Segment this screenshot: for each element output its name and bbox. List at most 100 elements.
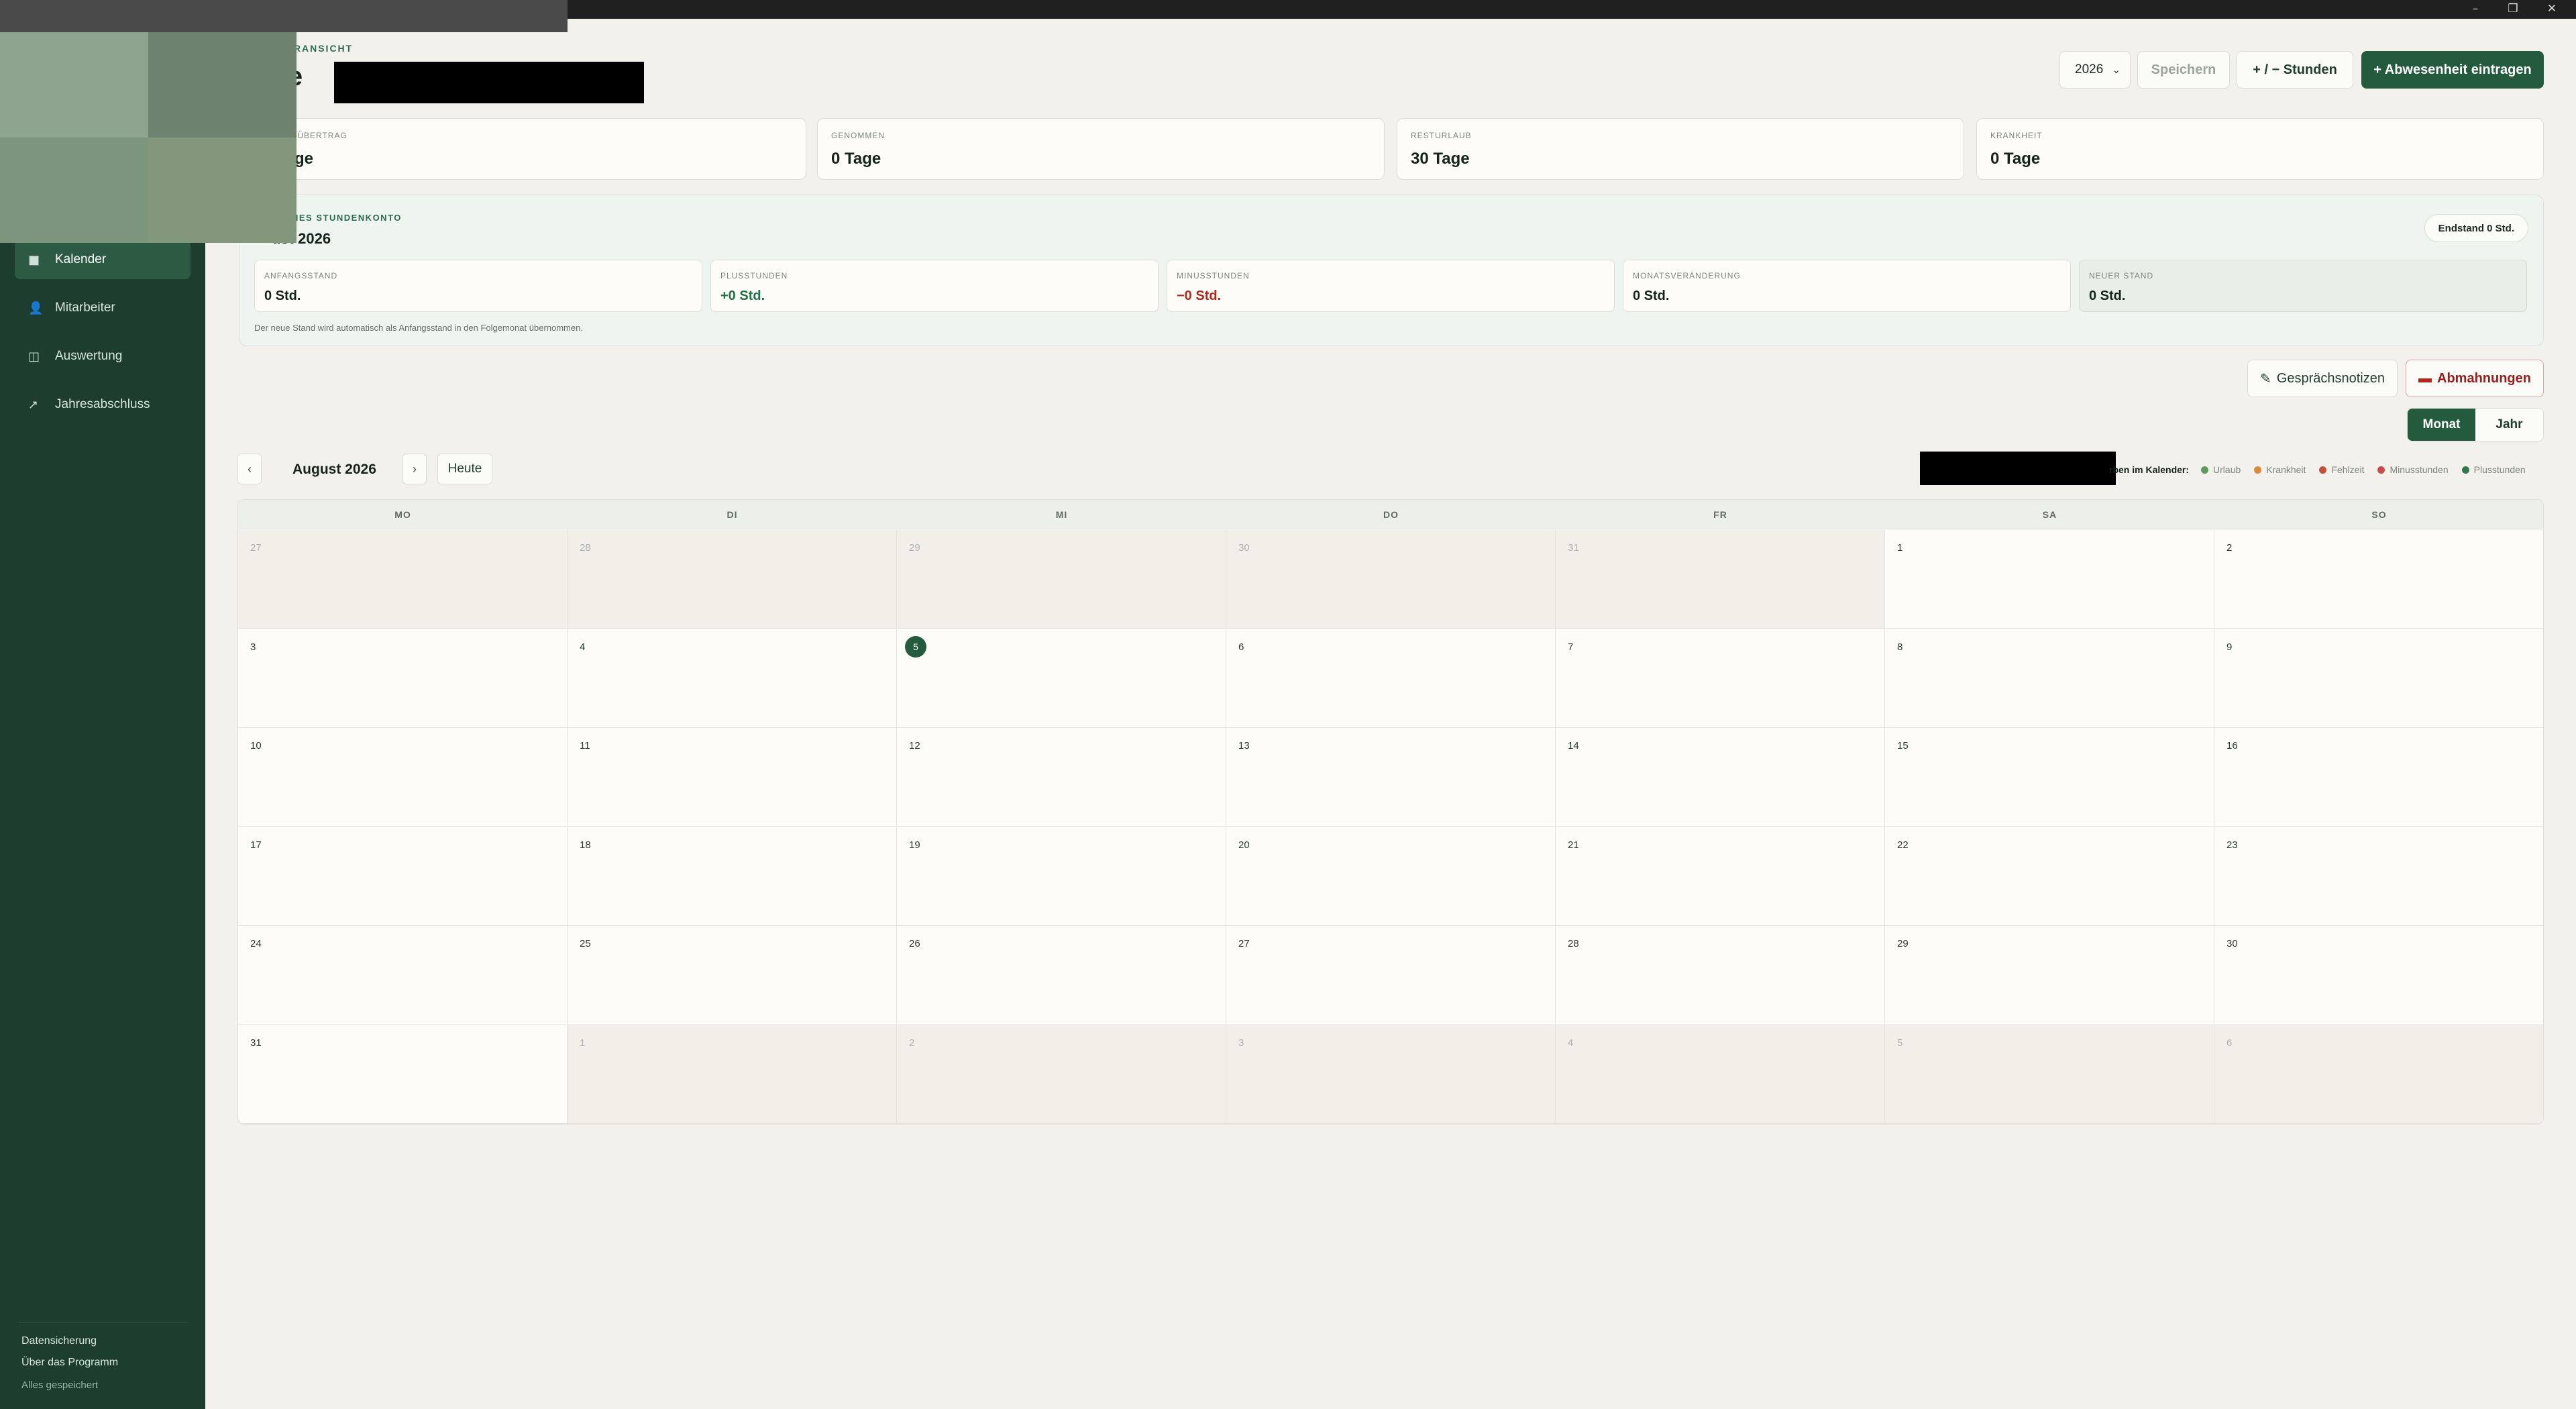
stat-card-krankheit: KRANKHEIT 0 Tage: [1976, 118, 2544, 180]
calendar-day-cell[interactable]: 22: [1885, 827, 2214, 926]
tile-value: 0 Std.: [1633, 289, 1670, 303]
tile-value: +0 Std.: [720, 289, 765, 303]
calendar-day-cell[interactable]: 29: [897, 530, 1226, 629]
calendar-day-cell[interactable]: 5: [897, 629, 1226, 728]
day-number: 30: [1238, 542, 1250, 554]
sidebar-item-label: Auswertung: [55, 349, 123, 363]
calendar-day-cell[interactable]: 4: [568, 629, 897, 728]
calendar-day-cell[interactable]: 3: [1226, 1025, 1556, 1124]
calendar-day-cell[interactable]: 21: [1556, 827, 1885, 926]
weekday-header: DO: [1383, 509, 1399, 520]
day-number: 27: [250, 542, 262, 554]
day-number: 14: [1568, 740, 1579, 752]
calendar-day-cell[interactable]: 6: [1226, 629, 1556, 728]
stat-label: RESTURLAUB: [1411, 131, 1472, 140]
calendar-day-cell[interactable]: 4: [1556, 1025, 1885, 1124]
calendar-day-cell[interactable]: 23: [2214, 827, 2543, 926]
calendar-day-cell[interactable]: 31: [238, 1025, 568, 1124]
stat-label: GENOMMEN: [831, 131, 885, 140]
calendar-day-cell[interactable]: 8: [1885, 629, 2214, 728]
calendar-day-cell[interactable]: 12: [897, 728, 1226, 827]
calendar-day-cell[interactable]: 6: [2214, 1025, 2543, 1124]
calendar-day-cell[interactable]: 27: [238, 530, 568, 629]
warnings-button[interactable]: ▬ Abmahnungen: [2406, 360, 2544, 397]
legend-label: Fehlzeit: [2331, 464, 2365, 475]
day-number: 25: [580, 938, 591, 950]
hours-button[interactable]: + / − Stunden: [2237, 51, 2353, 89]
calendar-day-cell[interactable]: 17: [238, 827, 568, 926]
calendar-month-label: August 2026: [292, 462, 376, 477]
day-number: 30: [2226, 938, 2238, 950]
calendar-day-cell[interactable]: 9: [2214, 629, 2543, 728]
calendar-day-cell[interactable]: 10: [238, 728, 568, 827]
calendar-day-cell[interactable]: 30: [2214, 926, 2543, 1025]
weekday-header: MO: [394, 509, 411, 520]
calendar-day-cell[interactable]: 31: [1556, 530, 1885, 629]
calendar-day-cell[interactable]: 3: [238, 629, 568, 728]
datensicherung-link[interactable]: Datensicherung: [21, 1335, 97, 1347]
calendar-day-cell[interactable]: 28: [568, 530, 897, 629]
calendar-day-cell[interactable]: 13: [1226, 728, 1556, 827]
calendar-day-cell[interactable]: 1: [568, 1025, 897, 1124]
save-button[interactable]: Speichern: [2137, 51, 2230, 89]
year-select[interactable]: 2026 ⌄: [2059, 51, 2131, 89]
calendar-day-cell[interactable]: 16: [2214, 728, 2543, 827]
view-month-button[interactable]: Monat: [2408, 409, 2475, 441]
calendar-day-cell[interactable]: 1: [1885, 530, 2214, 629]
today-button[interactable]: Heute: [437, 454, 492, 484]
calendar-day-cell[interactable]: 2: [897, 1025, 1226, 1124]
calendar-day-cell[interactable]: 26: [897, 926, 1226, 1025]
overlay-thumbnail: [0, 0, 568, 243]
day-number: 11: [580, 740, 590, 752]
calendar-day-cell[interactable]: 7: [1556, 629, 1885, 728]
calendar-day-cell[interactable]: 29: [1885, 926, 2214, 1025]
calendar-day-cell[interactable]: 27: [1226, 926, 1556, 1025]
view-year-button[interactable]: Jahr: [2475, 409, 2543, 441]
notes-button-label: Gesprächsnotizen: [2276, 370, 2385, 386]
calendar-day-cell[interactable]: 5: [1885, 1025, 2214, 1124]
pencil-icon: ✎: [2260, 370, 2271, 386]
legend-dot: [2201, 466, 2209, 474]
calendar-day-cell[interactable]: 30: [1226, 530, 1556, 629]
legend-label: Krankheit: [2266, 464, 2306, 475]
end-balance-badge: Endstand 0 Std.: [2424, 214, 2528, 242]
view-toggle: Monat Jahr: [2407, 408, 2544, 441]
calendar-day-cell[interactable]: 15: [1885, 728, 2214, 827]
calendar-day-cell[interactable]: 14: [1556, 728, 1885, 827]
minimize-icon[interactable]: –: [2457, 0, 2494, 19]
overlay-bar: [0, 0, 568, 32]
calendar-day-cell[interactable]: 18: [568, 827, 897, 926]
day-number: 9: [2226, 641, 2233, 653]
weekday-header: SA: [2042, 509, 2057, 520]
legend-item-krankheit: Krankheit: [2254, 464, 2306, 475]
prev-month-button[interactable]: ‹: [237, 454, 262, 484]
add-absence-button[interactable]: + Abwesenheit eintragen: [2361, 51, 2544, 89]
legend-dot: [2254, 466, 2262, 474]
calendar-day-cell[interactable]: 24: [238, 926, 568, 1025]
sidebar-item-jahresabschluss[interactable]: ↗ Jahresabschluss: [15, 385, 191, 424]
day-number: 2: [2226, 542, 2233, 554]
sidebar-item-kalender[interactable]: ■ Kalender: [15, 240, 191, 279]
notes-button[interactable]: ✎ Gesprächsnotizen: [2247, 360, 2398, 397]
sidebar-item-auswertung[interactable]: ◫ Auswertung: [15, 337, 191, 376]
day-number: 4: [1568, 1037, 1574, 1049]
calendar-day-cell[interactable]: 25: [568, 926, 897, 1025]
calendar-day-cell[interactable]: 11: [568, 728, 897, 827]
overlay-tile: [0, 138, 148, 243]
day-number: 21: [1568, 839, 1579, 851]
calendar-day-cell[interactable]: 2: [2214, 530, 2543, 629]
day-number: 15: [1897, 740, 1909, 752]
maximize-icon[interactable]: ❐: [2494, 0, 2532, 19]
next-month-button[interactable]: ›: [402, 454, 427, 484]
close-icon[interactable]: ✕: [2533, 0, 2571, 19]
sidebar-item-mitarbeiter[interactable]: 👤 Mitarbeiter: [15, 289, 191, 327]
day-number: 26: [909, 938, 920, 950]
calendar-day-cell[interactable]: 20: [1226, 827, 1556, 926]
day-number: 24: [250, 938, 262, 950]
legend-item-minusstunden: Minusstunden: [2377, 464, 2449, 475]
redaction-box: [1920, 452, 2116, 485]
columns-icon: ◫: [28, 349, 40, 364]
about-link[interactable]: Über das Programm: [21, 1357, 118, 1369]
calendar-day-cell[interactable]: 28: [1556, 926, 1885, 1025]
calendar-day-cell[interactable]: 19: [897, 827, 1226, 926]
